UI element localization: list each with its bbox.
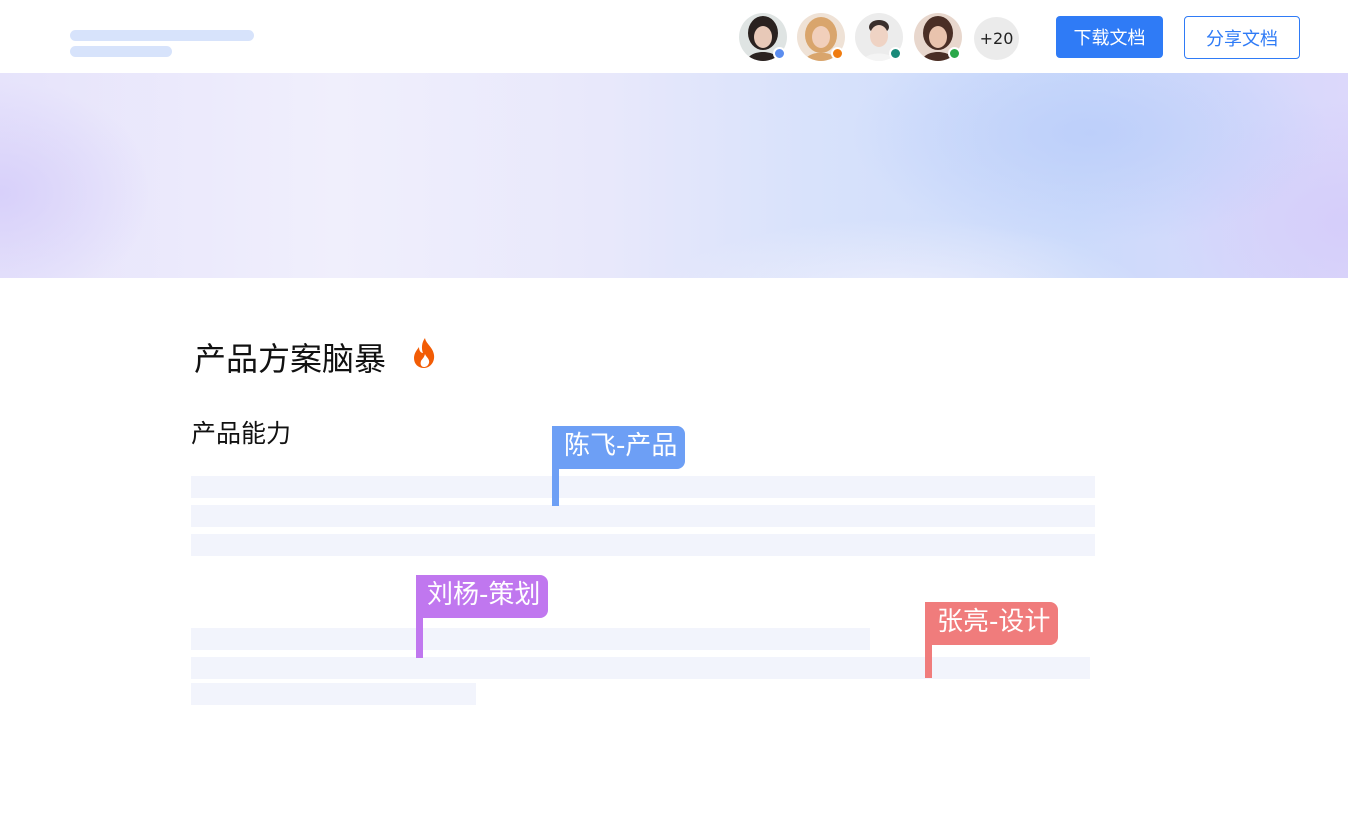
status-dot xyxy=(831,47,844,60)
collaborator-avatar[interactable] xyxy=(797,13,845,61)
status-dot xyxy=(773,47,786,60)
cursor-name-tag: 刘杨-策划 xyxy=(416,575,549,618)
text-line-placeholder xyxy=(191,657,1090,679)
top-bar: +20 下载文档 分享文档 xyxy=(0,0,1348,73)
collaborator-avatar[interactable] xyxy=(739,13,787,61)
fire-icon xyxy=(414,338,435,368)
document-title[interactable]: 产品方案脑暴 xyxy=(194,334,386,380)
logo-placeholder-line xyxy=(70,30,254,41)
status-dot xyxy=(948,47,961,60)
text-line-placeholder xyxy=(191,628,870,650)
logo-placeholder-line xyxy=(70,46,172,57)
cursor-name-tag: 陈飞-产品 xyxy=(552,426,686,469)
text-line-placeholder xyxy=(191,505,1095,527)
more-collaborators-count[interactable]: +20 xyxy=(974,17,1019,60)
status-dot xyxy=(889,47,902,60)
collaborator-avatar[interactable] xyxy=(914,13,962,61)
cover-banner xyxy=(0,73,1348,278)
collaborator-avatar[interactable] xyxy=(855,13,903,61)
section-heading[interactable]: 产品能力 xyxy=(191,414,291,450)
share-document-button[interactable]: 分享文档 xyxy=(1184,16,1300,59)
text-line-placeholder xyxy=(191,683,476,705)
text-line-placeholder xyxy=(191,476,1095,498)
cursor-name-tag: 张亮-设计 xyxy=(925,602,1059,645)
text-line-placeholder xyxy=(191,534,1095,556)
download-document-button[interactable]: 下载文档 xyxy=(1056,16,1163,58)
